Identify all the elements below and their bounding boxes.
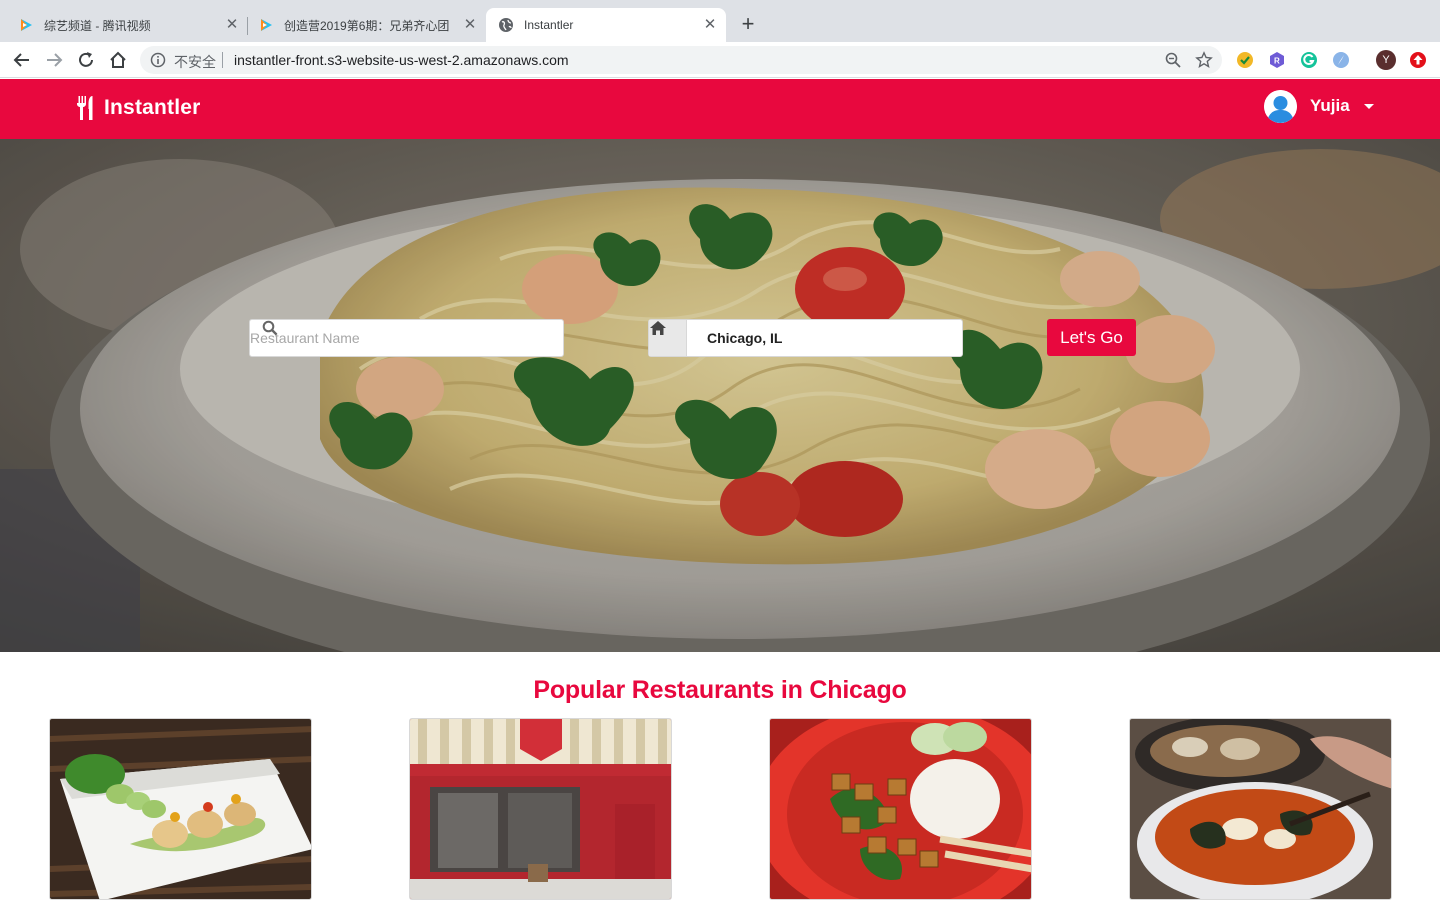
- svg-text:R: R: [1274, 57, 1280, 66]
- restaurant-name-input[interactable]: [250, 330, 500, 346]
- user-menu[interactable]: Yujia: [1264, 89, 1374, 123]
- fork-knife-icon: [77, 96, 93, 120]
- user-icon: [1264, 89, 1297, 123]
- info-icon[interactable]: [150, 52, 166, 68]
- tab-title: 创造营2019第6期：兄弟齐心团: [284, 18, 450, 33]
- reload-icon: [79, 52, 93, 67]
- popular-section-title: Popular Restaurants in Chicago: [533, 676, 907, 704]
- url-text[interactable]: instantler-front.s3-website-us-west-2.am…: [234, 52, 569, 68]
- globe-icon: [499, 18, 513, 32]
- tab-title: Instantler: [524, 18, 574, 32]
- extension-compass-icon[interactable]: [1332, 51, 1350, 69]
- restaurant-search-field[interactable]: [249, 319, 564, 357]
- home-icon: [650, 321, 666, 335]
- arrow-left-icon: [13, 53, 29, 67]
- pasta-dish-photo: [0, 139, 1440, 652]
- extension-r-icon[interactable]: R: [1268, 51, 1286, 69]
- location-addon: [649, 320, 687, 356]
- tab-title: 综艺频道 - 腾讯视频: [44, 18, 151, 33]
- restaurant-card[interactable]: [1129, 718, 1392, 900]
- tab-close-icon[interactable]: ✕: [462, 17, 478, 33]
- tofu-rice-bowl-photo: [770, 719, 1031, 899]
- app-header: Instantler Yujia: [0, 79, 1440, 139]
- security-label[interactable]: 不安全: [174, 52, 216, 72]
- restaurant-card[interactable]: [769, 718, 1032, 900]
- home-icon: [110, 51, 126, 68]
- browser-tab[interactable]: 创造营2019第6期：兄弟齐心团 ✕: [240, 8, 486, 42]
- tab-close-icon[interactable]: ✕: [702, 17, 718, 33]
- search-icon: [262, 320, 278, 336]
- brand-name: Instantler: [104, 96, 201, 119]
- browser-tab-active[interactable]: Instantler ✕: [486, 8, 726, 42]
- back-button[interactable]: [10, 48, 34, 72]
- forward-button[interactable]: [42, 48, 66, 72]
- user-name: Yujia: [1310, 96, 1350, 115]
- tab-close-icon[interactable]: ✕: [224, 17, 240, 33]
- browser-toolbar: 不安全 instantler-front.s3-website-us-west-…: [0, 42, 1440, 78]
- location-field[interactable]: [648, 319, 963, 357]
- browser-tab-strip: 综艺频道 - 腾讯视频 ✕ 创造营2019第6期：兄弟齐心团 ✕ Instant…: [0, 0, 1440, 42]
- extension-upload-icon[interactable]: [1409, 51, 1427, 69]
- reload-button[interactable]: [74, 48, 98, 72]
- address-divider: [222, 52, 223, 68]
- grammarly-icon[interactable]: [1300, 51, 1318, 69]
- home-button[interactable]: [106, 48, 130, 72]
- lets-go-button[interactable]: Let's Go: [1047, 319, 1136, 356]
- address-bar[interactable]: 不安全 instantler-front.s3-website-us-west-…: [140, 46, 1222, 74]
- restaurant-card[interactable]: [49, 718, 312, 900]
- tencent-video-icon: [21, 19, 32, 31]
- user-avatar: [1264, 89, 1297, 123]
- browser-tab[interactable]: 综艺频道 - 腾讯视频 ✕: [0, 8, 248, 42]
- caret-down-icon: [1363, 103, 1374, 109]
- bookmark-star-icon[interactable]: [1195, 51, 1213, 69]
- browser-profile-avatar[interactable]: Y: [1376, 50, 1396, 70]
- extension-check-icon[interactable]: [1236, 51, 1254, 69]
- soup-bowl-photo: [1130, 719, 1391, 899]
- wixter-storefront-photo: [410, 719, 671, 899]
- scallops-plate-photo: [50, 719, 311, 899]
- location-input[interactable]: [707, 330, 957, 346]
- hero-banner: Let's Go: [0, 139, 1440, 652]
- arrow-right-icon: [47, 53, 63, 67]
- zoom-icon[interactable]: [1164, 51, 1182, 69]
- brand-logo[interactable]: Instantler: [76, 93, 201, 123]
- new-tab-button[interactable]: +: [737, 13, 759, 36]
- restaurant-card[interactable]: [409, 718, 672, 900]
- tencent-video-icon: [261, 19, 272, 31]
